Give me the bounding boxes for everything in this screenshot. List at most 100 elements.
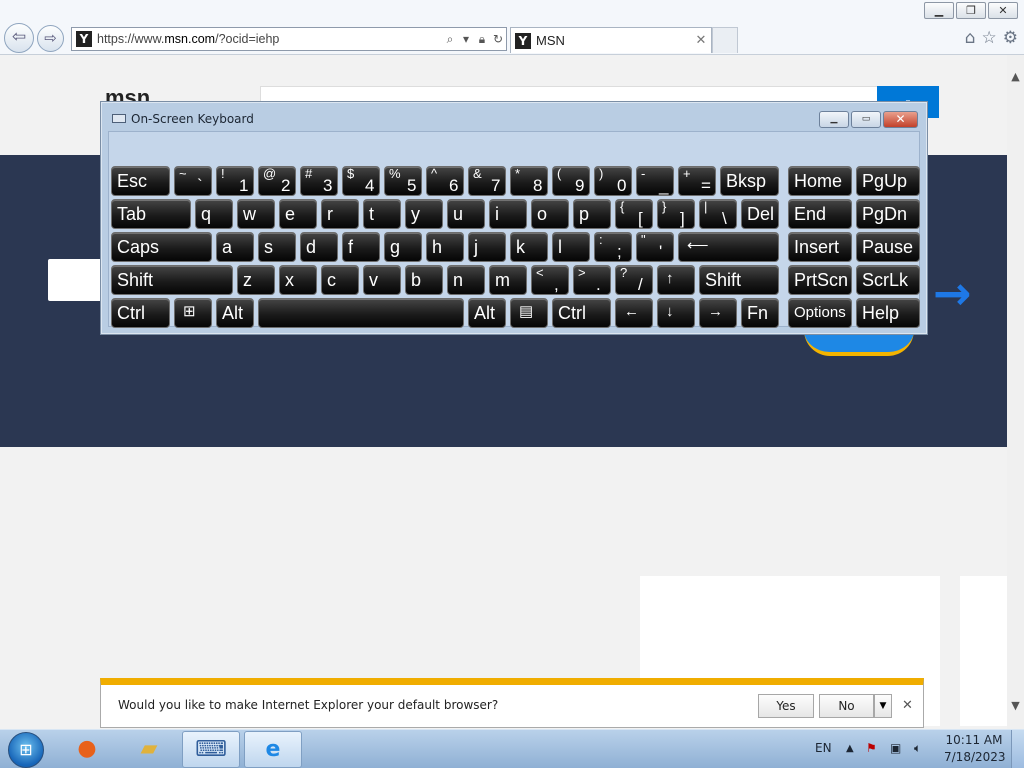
key-e[interactable]: e xyxy=(279,199,317,229)
favorites-star-icon[interactable]: ☆ xyxy=(982,28,997,48)
arrow-right-icon[interactable]: → xyxy=(933,270,972,316)
key-k[interactable]: k xyxy=(510,232,548,262)
taskbar-internet-explorer[interactable]: e xyxy=(244,731,302,768)
key-period[interactable]: >. xyxy=(573,265,611,295)
key-n[interactable]: n xyxy=(447,265,485,295)
key-3[interactable]: #3 xyxy=(300,166,338,196)
key-pgup[interactable]: PgUp xyxy=(856,166,920,196)
network-icon[interactable]: ▣ xyxy=(890,741,901,755)
clock[interactable]: 10:11 AM 7/18/2023 xyxy=(944,732,1006,766)
key-semicolon[interactable]: :; xyxy=(594,232,632,262)
key-0[interactable]: ) 0 xyxy=(594,166,632,196)
scroll-down-icon[interactable]: ▼ xyxy=(1007,697,1024,714)
scroll-up-icon[interactable]: ▲ xyxy=(1007,68,1024,85)
key-b[interactable]: b xyxy=(405,265,443,295)
key-z[interactable]: z xyxy=(237,265,275,295)
taskbar-on-screen-keyboard[interactable]: ⌨ xyxy=(182,731,240,768)
key-l[interactable]: l xyxy=(552,232,590,262)
search-icon[interactable]: ⌕ xyxy=(442,32,458,47)
key-comma[interactable]: <, xyxy=(531,265,569,295)
key-esc[interactable]: Esc xyxy=(111,166,170,196)
key-6[interactable]: ^ 6 xyxy=(426,166,464,196)
key-minus[interactable]: - _ xyxy=(636,166,674,196)
close-button[interactable]: ✕ xyxy=(988,2,1018,19)
osk-minimize-button[interactable]: ▁ xyxy=(819,111,849,128)
tab-close-icon[interactable]: ✕ xyxy=(691,33,711,48)
key-u[interactable]: u xyxy=(447,199,485,229)
key-quote[interactable]: " ' xyxy=(636,232,674,262)
key-space[interactable] xyxy=(258,298,464,328)
key-i[interactable]: i xyxy=(489,199,527,229)
key-lshift[interactable]: Shift xyxy=(111,265,233,295)
key-options[interactable]: Options xyxy=(788,298,852,328)
taskbar-firefox[interactable]: ● xyxy=(58,731,116,768)
action-center-flag-icon[interactable]: ⚑ xyxy=(866,741,877,755)
key-q[interactable]: q xyxy=(195,199,233,229)
lock-icon[interactable]: 🔒︎ xyxy=(474,32,490,47)
restore-button[interactable]: ❐ xyxy=(956,2,986,19)
key-g[interactable]: g xyxy=(384,232,422,262)
content-card[interactable] xyxy=(960,576,1007,726)
key-h[interactable]: h xyxy=(426,232,464,262)
key-prtscn[interactable]: PrtScn xyxy=(788,265,852,295)
key-up[interactable]: ↑ xyxy=(657,265,695,295)
key-lctrl[interactable]: Ctrl xyxy=(111,298,170,328)
key-caps[interactable]: Caps xyxy=(111,232,212,262)
key-backslash[interactable]: | \ xyxy=(699,199,737,229)
key-insert[interactable]: Insert xyxy=(788,232,852,262)
key-tilde[interactable]: ~ ` xyxy=(174,166,212,196)
settings-gear-icon[interactable]: ⚙ xyxy=(1003,28,1018,48)
key-enter[interactable]: ⟵ xyxy=(678,232,779,262)
vertical-scrollbar[interactable]: ▲ ▼ xyxy=(1007,55,1024,729)
osk-close-button[interactable]: ✕ xyxy=(883,111,918,128)
key-c[interactable]: c xyxy=(321,265,359,295)
key-t[interactable]: t xyxy=(363,199,401,229)
key-v[interactable]: v xyxy=(363,265,401,295)
key-d[interactable]: d xyxy=(300,232,338,262)
key-right[interactable]: → xyxy=(699,298,737,328)
key-9[interactable]: (9 xyxy=(552,166,590,196)
key-r[interactable]: r xyxy=(321,199,359,229)
new-tab-button[interactable] xyxy=(712,27,738,53)
key-s[interactable]: s xyxy=(258,232,296,262)
key-p[interactable]: p xyxy=(573,199,611,229)
back-button[interactable]: ⇦ xyxy=(4,23,34,53)
taskbar-file-explorer[interactable]: ▰ xyxy=(120,731,178,768)
language-indicator[interactable]: EN xyxy=(815,741,832,755)
key-slash[interactable]: ? / xyxy=(615,265,653,295)
key-f[interactable]: f xyxy=(342,232,380,262)
key-left[interactable]: ← xyxy=(615,298,653,328)
forward-button[interactable]: ⇨ xyxy=(37,25,64,52)
osk-title-bar[interactable]: On-Screen Keyboard ▁ ▭ ✕ xyxy=(101,102,927,134)
key-pgdn[interactable]: PgDn xyxy=(856,199,920,229)
key-down[interactable]: ↓ xyxy=(657,298,695,328)
key-rshift[interactable]: Shift xyxy=(699,265,779,295)
key-home[interactable]: Home xyxy=(788,166,852,196)
key-lbracket[interactable]: {[ xyxy=(615,199,653,229)
show-hidden-icons-icon[interactable]: ▲ xyxy=(846,743,854,754)
key-bksp[interactable]: Bksp xyxy=(720,166,779,196)
key-w[interactable]: w xyxy=(237,199,275,229)
key-tab[interactable]: Tab xyxy=(111,199,191,229)
url-text[interactable]: https://www.msn.com/?ocid=iehp xyxy=(97,32,442,46)
key-end[interactable]: End xyxy=(788,199,852,229)
yes-button[interactable]: Yes xyxy=(758,694,814,718)
minimize-button[interactable]: ▁ xyxy=(924,2,954,19)
home-icon[interactable]: ⌂ xyxy=(965,28,976,48)
key-help[interactable]: Help xyxy=(856,298,920,328)
refresh-icon[interactable]: ↻ xyxy=(490,32,506,46)
key-7[interactable]: & 7 xyxy=(468,166,506,196)
key-5[interactable]: % 5 xyxy=(384,166,422,196)
start-button[interactable]: ⊞ xyxy=(8,732,44,768)
key-a[interactable]: a xyxy=(216,232,254,262)
key-equals[interactable]: + = xyxy=(678,166,716,196)
key-1[interactable]: ! 1 xyxy=(216,166,254,196)
key-4[interactable]: $4 xyxy=(342,166,380,196)
key-ralt[interactable]: Alt xyxy=(468,298,506,328)
key-pause[interactable]: Pause xyxy=(856,232,920,262)
key-2[interactable]: @2 xyxy=(258,166,296,196)
key-win[interactable]: ⊞ xyxy=(174,298,212,328)
osk-restore-button[interactable]: ▭ xyxy=(851,111,881,128)
key-rctrl[interactable]: Ctrl xyxy=(552,298,611,328)
key-lalt[interactable]: Alt xyxy=(216,298,254,328)
